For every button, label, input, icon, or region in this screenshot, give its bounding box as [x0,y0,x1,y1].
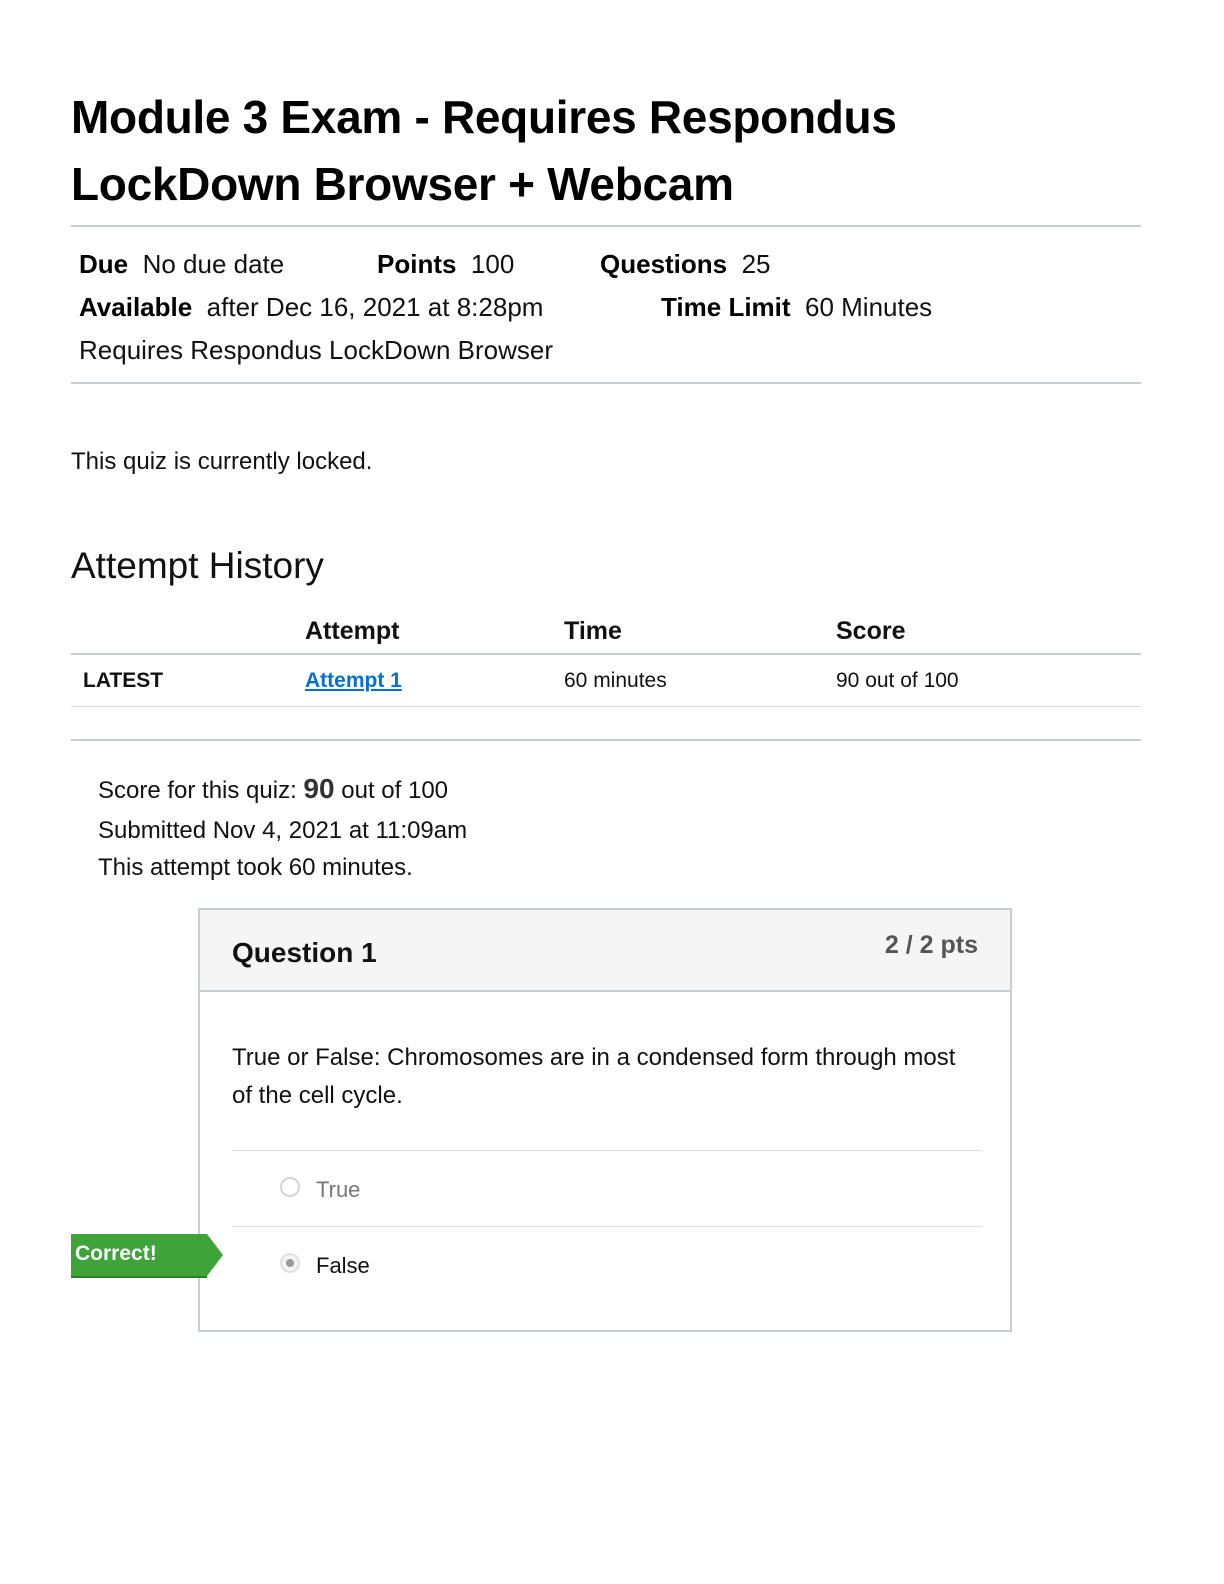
correct-answer-flag: Correct! [71,1234,207,1276]
lockdown-requirement: Requires Respondus LockDown Browser [79,335,554,365]
correct-flag-arrow-icon [207,1234,223,1276]
page-title-line-1: Module 3 Exam - Requires Respondus [71,91,897,143]
questions-value: 25 [741,249,771,279]
latest-badge: LATEST [83,669,164,692]
answer-true-label: True [316,1177,361,1202]
question-header: Question 1 2 / 2 pts [200,910,1010,992]
history-divider [71,739,1141,741]
available-label: Available [79,292,193,322]
locked-message: This quiz is currently locked. [71,448,373,475]
page-title-line-2: LockDown Browser + Webcam [71,158,734,210]
points-value: 100 [470,249,515,279]
points-detail: Points 100 [377,249,514,279]
submitted-date: Submitted Nov 4, 2021 at 11:09am [98,817,468,844]
answer-true-radio[interactable] [280,1177,300,1197]
attempt-score: 90 out of 100 [836,669,959,692]
table-header-divider [71,653,1141,655]
attempt-history-heading: Attempt History [71,545,324,586]
attempt-time: 60 minutes [564,669,667,692]
quiz-score: Score for this quiz: 90 out of 100 [98,774,448,806]
question-text: True or False: Chromosomes are in a cond… [232,1044,956,1109]
answer-false-label: False [316,1253,370,1278]
question-title: Question 1 [232,937,377,968]
answer-false-radio[interactable] [280,1253,300,1273]
column-header-attempt: Attempt [305,617,400,645]
question-card: Question 1 2 / 2 pts True or False: Chro… [198,908,1012,1332]
question-points: 2 / 2 pts [884,931,978,959]
time-limit-detail: Time Limit 60 Minutes [661,292,932,322]
title-divider [71,225,1141,227]
questions-label: Questions [600,249,728,279]
table-row-divider [71,706,1141,707]
time-limit-value: 60 Minutes [805,292,933,322]
score-prefix: Score for this quiz: [98,777,297,804]
column-header-score: Score [836,617,906,645]
answer-divider [232,1226,982,1227]
due-label: Due [79,249,129,279]
time-limit-label: Time Limit [661,292,791,322]
available-value: after Dec 16, 2021 at 8:28pm [206,292,544,322]
score-value: 90 [303,773,335,804]
page-title: Module 3 Exam - Requires Respondus LockD… [71,84,1071,218]
attempt-duration: This attempt took 60 minutes. [98,854,413,881]
attempt-1-link[interactable]: Attempt 1 [305,669,402,693]
available-detail: Available after Dec 16, 2021 at 8:28pm [79,292,543,322]
answer-divider [232,1150,982,1151]
due-value: No due date [142,249,285,279]
column-header-time: Time [564,617,622,645]
details-divider [71,382,1141,384]
due-detail: Due No due date [79,249,284,279]
score-suffix: out of 100 [341,777,449,804]
questions-detail: Questions 25 [600,249,771,279]
points-label: Points [377,249,457,279]
